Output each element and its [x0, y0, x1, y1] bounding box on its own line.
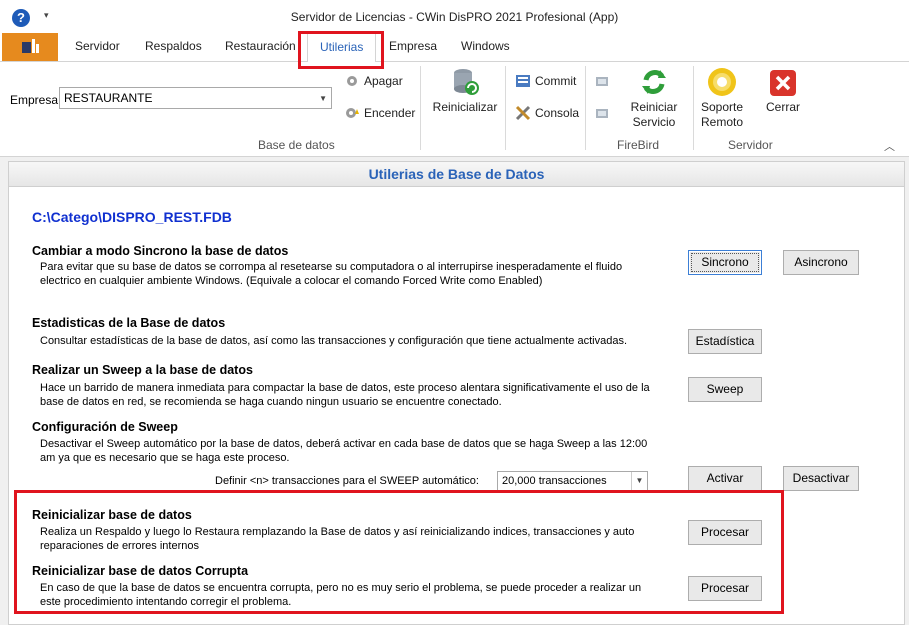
cerrar-label: Cerrar: [765, 100, 800, 114]
reinicializar-label: Reinicializar: [432, 100, 498, 114]
close-icon: [770, 70, 796, 96]
reinicializar-button[interactable]: Reinicializar: [430, 66, 500, 115]
ribbon-separator: [585, 66, 586, 150]
group-label-base-datos: Base de datos: [258, 138, 335, 152]
database-path: C:\Catego\DISPRO_REST.FDB: [32, 209, 232, 225]
desactivar-button[interactable]: Desactivar: [783, 466, 859, 491]
title-bar: ? ▾ Servidor de Licencias - CWin DisPRO …: [0, 0, 909, 33]
apagar-button[interactable]: Apagar: [344, 73, 403, 89]
ribbon-panel: Empresa RESTAURANTE ▼ Apagar Encender Re…: [0, 62, 909, 157]
reiniciar-servicio-button[interactable]: Reiniciar Servicio: [623, 66, 685, 130]
tab-servidor[interactable]: Servidor: [75, 39, 120, 53]
sweep-transactions-value: 20,000 transacciones: [502, 475, 607, 487]
tab-restauracion[interactable]: Restauración: [225, 39, 296, 53]
consola-label: Consola: [535, 106, 580, 120]
lifebuoy-icon: [708, 68, 736, 96]
firebird-stop-icon[interactable]: [594, 106, 612, 122]
soporte-label-2: Remoto: [700, 115, 744, 129]
reiniciar-servicio-label-1: Reiniciar: [630, 100, 678, 114]
estadistica-button[interactable]: Estadística: [688, 329, 762, 354]
commit-label: Commit: [535, 74, 577, 88]
tools-icon: [515, 105, 531, 121]
sincrono-button[interactable]: Sincrono: [688, 250, 762, 275]
gear-off-icon: [347, 76, 357, 86]
tab-respaldos[interactable]: Respaldos: [145, 39, 202, 53]
app-menu-button[interactable]: [2, 33, 58, 61]
reinicializar-title: Reinicializar base de datos: [32, 508, 192, 522]
collapse-ribbon-icon[interactable]: ︿: [884, 138, 895, 154]
sincrono-title: Cambiar a modo Sincrono la base de datos: [32, 244, 289, 258]
sweep-transactions-label: Definir <n> transacciones para el SWEEP …: [215, 475, 479, 487]
app-logo-icon: [22, 39, 39, 53]
reiniciar-servicio-label-2: Servicio: [632, 115, 676, 129]
corrupta-desc: En caso de que la base de datos se encue…: [40, 582, 642, 608]
firebird-start-icon[interactable]: [594, 74, 612, 90]
sweep-transactions-select[interactable]: 20,000 transacciones ▼: [497, 471, 648, 491]
procesar-corrupta-button[interactable]: Procesar: [688, 576, 762, 601]
apagar-label: Apagar: [364, 74, 403, 88]
estadisticas-title: Estadisticas de la Base de datos: [32, 316, 226, 330]
soporte-remoto-button[interactable]: Soporte Remoto: [695, 66, 749, 130]
group-label-servidor: Servidor: [728, 138, 773, 152]
utilerias-panel: Utilerias de Base de Datos C:\Catego\DIS…: [8, 161, 905, 625]
group-label-firebird: FireBird: [617, 138, 660, 152]
sweep-title: Realizar un Sweep a la base de datos: [32, 363, 253, 377]
corrupta-title: Reinicializar base de datos Corrupta: [32, 564, 249, 578]
commit-icon: [516, 75, 530, 87]
config-sweep-title: Configuración de Sweep: [32, 420, 178, 434]
tab-utilerias[interactable]: Utilerias: [307, 33, 377, 63]
estadisticas-desc: Consultar estadísticas de la base de dat…: [40, 335, 628, 347]
gear-on-icon: [346, 108, 359, 118]
config-sweep-desc: Desactivar el Sweep automático por la ba…: [40, 438, 648, 464]
chevron-down-icon: ▼: [319, 94, 327, 103]
commit-button[interactable]: Commit: [515, 73, 576, 89]
ribbon-separator: [420, 66, 421, 150]
procesar-reinicializar-button[interactable]: Procesar: [688, 520, 762, 545]
asincrono-button[interactable]: Asincrono: [783, 250, 859, 275]
main-content: Utilerias de Base de Datos C:\Catego\DIS…: [0, 157, 909, 625]
sweep-desc: Hace un barrido de manera inmediata para…: [40, 382, 650, 408]
reinicializar-desc: Realiza un Respaldo y luego lo Restaura …: [40, 526, 635, 552]
encender-label: Encender: [364, 106, 416, 120]
sincrono-desc: Para evitar que su base de datos se corr…: [40, 261, 623, 287]
soporte-label-1: Soporte: [700, 100, 744, 114]
sweep-button[interactable]: Sweep: [688, 377, 762, 402]
panel-header: Utilerias de Base de Datos: [9, 162, 904, 187]
empresa-select-value: RESTAURANTE: [64, 91, 153, 105]
consola-button[interactable]: Consola: [515, 105, 579, 121]
refresh-icon: [642, 70, 666, 94]
tab-windows[interactable]: Windows: [461, 39, 510, 53]
chevron-down-icon: ▼: [631, 472, 647, 490]
empresa-select[interactable]: RESTAURANTE ▼: [59, 87, 332, 109]
ribbon-separator: [693, 66, 694, 150]
tab-empresa[interactable]: Empresa: [389, 39, 437, 53]
window-title: Servidor de Licencias - CWin DisPRO 2021…: [290, 10, 619, 24]
empresa-label: Empresa: [10, 93, 59, 107]
cerrar-button[interactable]: Cerrar: [760, 66, 806, 115]
activar-button[interactable]: Activar: [688, 466, 762, 491]
ribbon-tab-bar: Servidor Respaldos Restauración Utileria…: [0, 33, 909, 63]
ribbon-separator: [505, 66, 506, 150]
database-refresh-icon: [454, 69, 479, 95]
encender-button[interactable]: Encender: [344, 105, 415, 121]
